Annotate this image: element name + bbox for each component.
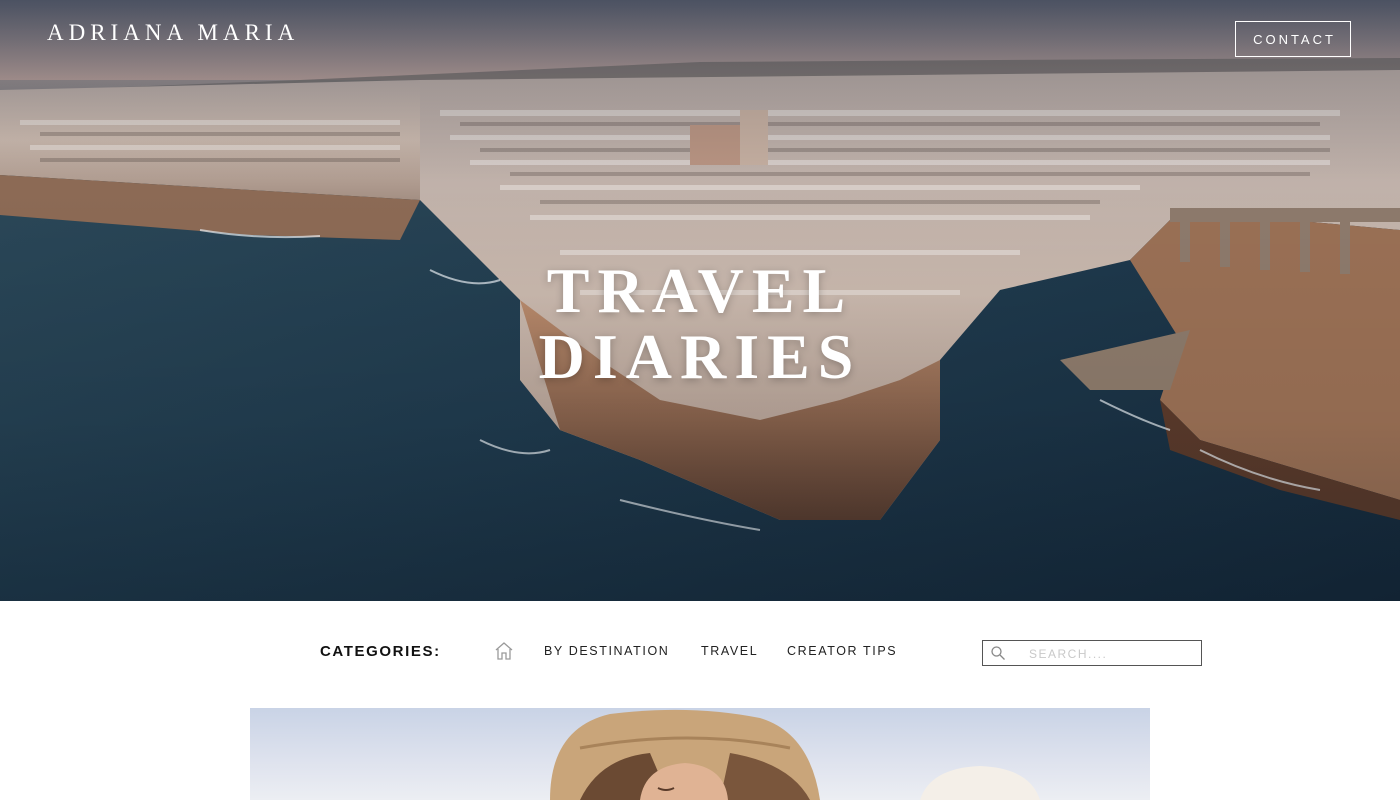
page-title: TRAVEL DIARIES [400,258,1000,390]
search-input[interactable] [1029,644,1194,663]
hero-banner: ADRIANA MARIA CONTACT TRAVEL DIARIES [0,0,1400,601]
page-title-line-1: TRAVEL [546,255,854,326]
featured-image-art [550,709,1040,800]
category-travel[interactable]: TRAVEL [701,644,758,658]
featured-post-image[interactable] [250,708,1150,800]
home-icon[interactable] [493,640,515,662]
contact-button[interactable]: CONTACT [1235,21,1351,57]
category-by-destination[interactable]: BY DESTINATION [544,644,669,658]
category-creator-tips[interactable]: CREATOR TIPS [787,644,897,658]
site-logo[interactable]: ADRIANA MARIA [47,20,299,46]
search-icon[interactable] [990,645,1006,661]
page-title-line-2: DIARIES [538,321,862,392]
categories-label: CATEGORIES: [320,643,441,660]
search-box [982,640,1202,666]
